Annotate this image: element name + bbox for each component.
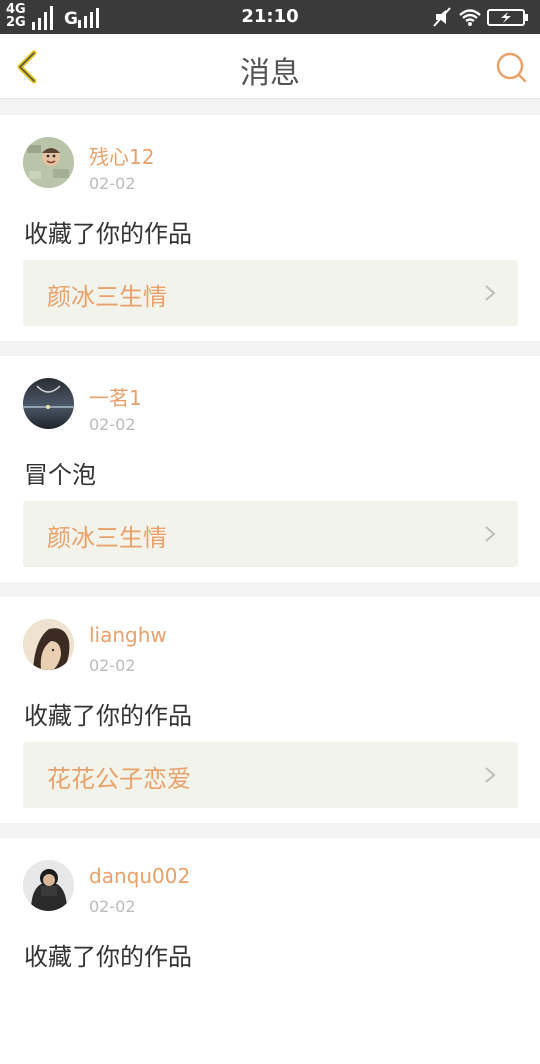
status-bar: 4G 2G G 21:10 [0,0,540,34]
mute-icon [433,7,451,27]
message-card: 残心12 02-02 收藏了你的作品 颜冰三生情 [0,115,540,341]
message-text: 冒个泡 [24,461,96,489]
avatar[interactable] [23,619,74,670]
work-link[interactable]: 颜冰三生情 [23,501,518,567]
work-link[interactable]: 花花公子恋爱 [23,742,518,808]
app-header: 消息 [0,34,540,99]
chevron-right-icon [485,526,496,542]
message-text: 收藏了你的作品 [24,220,192,248]
search-button[interactable] [494,50,528,84]
wifi-icon [459,9,481,26]
chevron-right-icon [485,285,496,301]
page-title: 消息 [240,56,300,91]
username[interactable]: 残心12 [89,141,154,170]
username[interactable]: 一茗1 [89,382,142,411]
message-date: 02-02 [89,897,136,916]
message-date: 02-02 [89,174,136,193]
work-title: 颜冰三生情 [47,524,167,552]
search-icon [496,52,527,83]
status-icons [432,6,532,28]
username[interactable]: danqu002 [89,864,190,888]
message-card: 一茗1 02-02 冒个泡 颜冰三生情 [0,356,540,582]
message-text: 收藏了你的作品 [24,943,192,971]
message-date: 02-02 [89,415,136,434]
avatar[interactable] [23,137,74,188]
message-card: lianghw 02-02 收藏了你的作品 花花公子恋爱 [0,597,540,823]
avatar[interactable] [23,378,74,429]
message-card: danqu002 02-02 收藏了你的作品 [0,838,540,1064]
username[interactable]: lianghw [89,623,167,647]
avatar[interactable] [23,860,74,911]
battery-icon [487,9,528,26]
message-text: 收藏了你的作品 [24,702,192,730]
chevron-right-icon [485,767,496,783]
work-title: 颜冰三生情 [47,283,167,311]
message-date: 02-02 [89,656,136,675]
work-title: 花花公子恋爱 [47,765,191,793]
work-link[interactable]: 颜冰三生情 [23,260,518,326]
